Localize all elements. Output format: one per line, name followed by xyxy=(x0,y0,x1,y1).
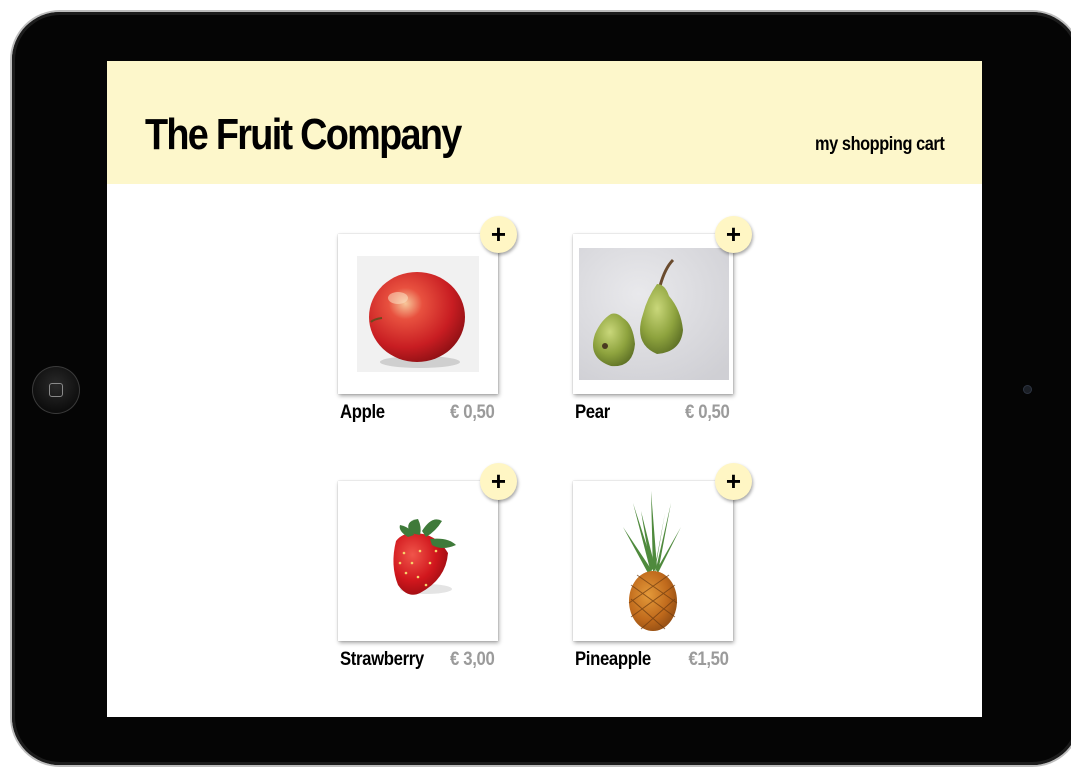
pineapple-photo xyxy=(623,491,681,631)
add-to-cart-button[interactable]: + xyxy=(480,463,517,500)
product-name: Strawberry xyxy=(340,649,424,670)
product-card-strawberry: + Strawberry € 3,00 xyxy=(338,463,528,691)
apple-photo xyxy=(357,256,479,372)
app-screen: The Fruit Company my shopping cart + App… xyxy=(107,61,982,717)
home-icon xyxy=(49,383,63,397)
product-price: € 0,50 xyxy=(449,402,495,423)
product-card-apple: + Apple € 0,50 xyxy=(338,216,528,444)
camera-icon xyxy=(1023,385,1032,394)
shopping-cart-link[interactable]: my shopping cart xyxy=(815,133,945,157)
add-to-cart-button[interactable]: + xyxy=(715,463,752,500)
product-photo-pear[interactable] xyxy=(573,234,733,394)
product-price: €1,50 xyxy=(688,649,729,670)
app-header: The Fruit Company my shopping cart xyxy=(107,61,982,184)
product-price: € 0,50 xyxy=(684,402,730,423)
product-name: Pineapple xyxy=(575,649,651,670)
product-photo-pineapple[interactable] xyxy=(573,481,733,641)
pear-photo xyxy=(579,248,729,380)
product-name: Apple xyxy=(340,402,385,423)
add-to-cart-button[interactable]: + xyxy=(480,216,517,253)
product-name: Pear xyxy=(575,402,610,423)
add-to-cart-button[interactable]: + xyxy=(715,216,752,253)
product-price: € 3,00 xyxy=(449,649,495,670)
product-card-pear: + Pear € 0,50 xyxy=(573,216,763,444)
strawberry-photo xyxy=(393,519,456,595)
page-title: The Fruit Company xyxy=(145,110,462,159)
product-photo-strawberry[interactable] xyxy=(338,481,498,641)
product-photo-apple[interactable] xyxy=(338,234,498,394)
product-card-pineapple: + Pineapple €1,50 xyxy=(573,463,763,691)
